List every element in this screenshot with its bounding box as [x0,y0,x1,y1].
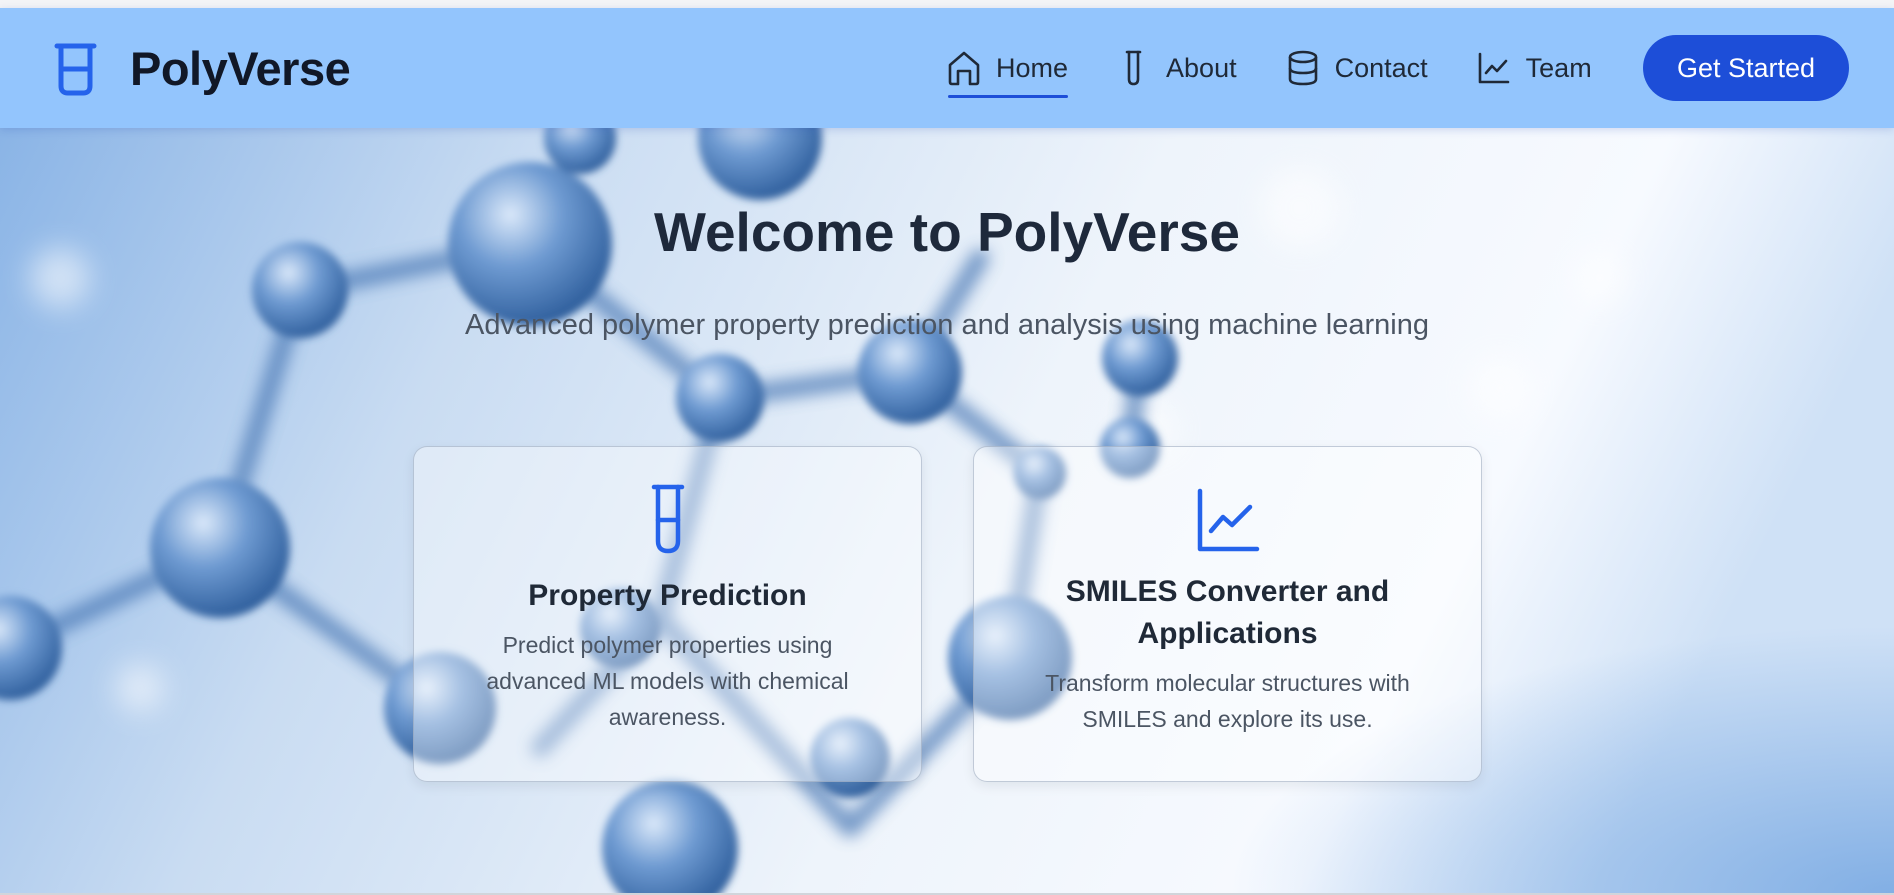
test-tube-icon [651,484,684,554]
nav-item-contact[interactable]: Contact [1285,38,1428,98]
home-icon [948,51,980,86]
nav-home-label: Home [996,52,1069,83]
test-tube-icon [1125,50,1142,86]
chart-line-icon [1478,52,1509,84]
get-started-button[interactable]: Get Started [1643,35,1849,101]
nav-item-about[interactable]: About [1116,38,1237,98]
test-tube-icon [54,43,97,95]
card-description: Predict polymer properties using advance… [486,632,849,730]
window-top-strip [0,0,1894,8]
main-nav: Home About Contact Team [946,8,1640,128]
nav-team-label: Team [1525,52,1592,83]
chart-line-icon [1197,488,1259,552]
card-title: Property Prediction [528,579,807,612]
card-description: Transform molecular structures with SMIL… [1045,670,1410,732]
navbar: PolyVerse Home About Contact Team Get St… [0,8,1894,128]
nav-contact-label: Contact [1334,52,1428,83]
brand[interactable]: PolyVerse [52,41,351,96]
nav-item-team[interactable]: Team [1476,38,1592,98]
database-icon [1288,50,1317,86]
feature-card-property-prediction[interactable]: Property Prediction Predict polymer prop… [413,446,922,782]
feature-card-smiles-converter[interactable]: SMILES Converter and Applications Transf… [973,446,1482,782]
nav-item-home[interactable]: Home [946,38,1069,98]
nav-about-label: About [1166,52,1237,83]
card-title: SMILES Converter and Applications [1065,575,1390,650]
hero: Welcome to PolyVerse Advanced polymer pr… [0,128,1894,895]
hero-title: Welcome to PolyVerse [654,201,1240,263]
brand-name: PolyVerse [130,42,351,95]
hero-subtitle: Advanced polymer property prediction and… [465,309,1429,341]
